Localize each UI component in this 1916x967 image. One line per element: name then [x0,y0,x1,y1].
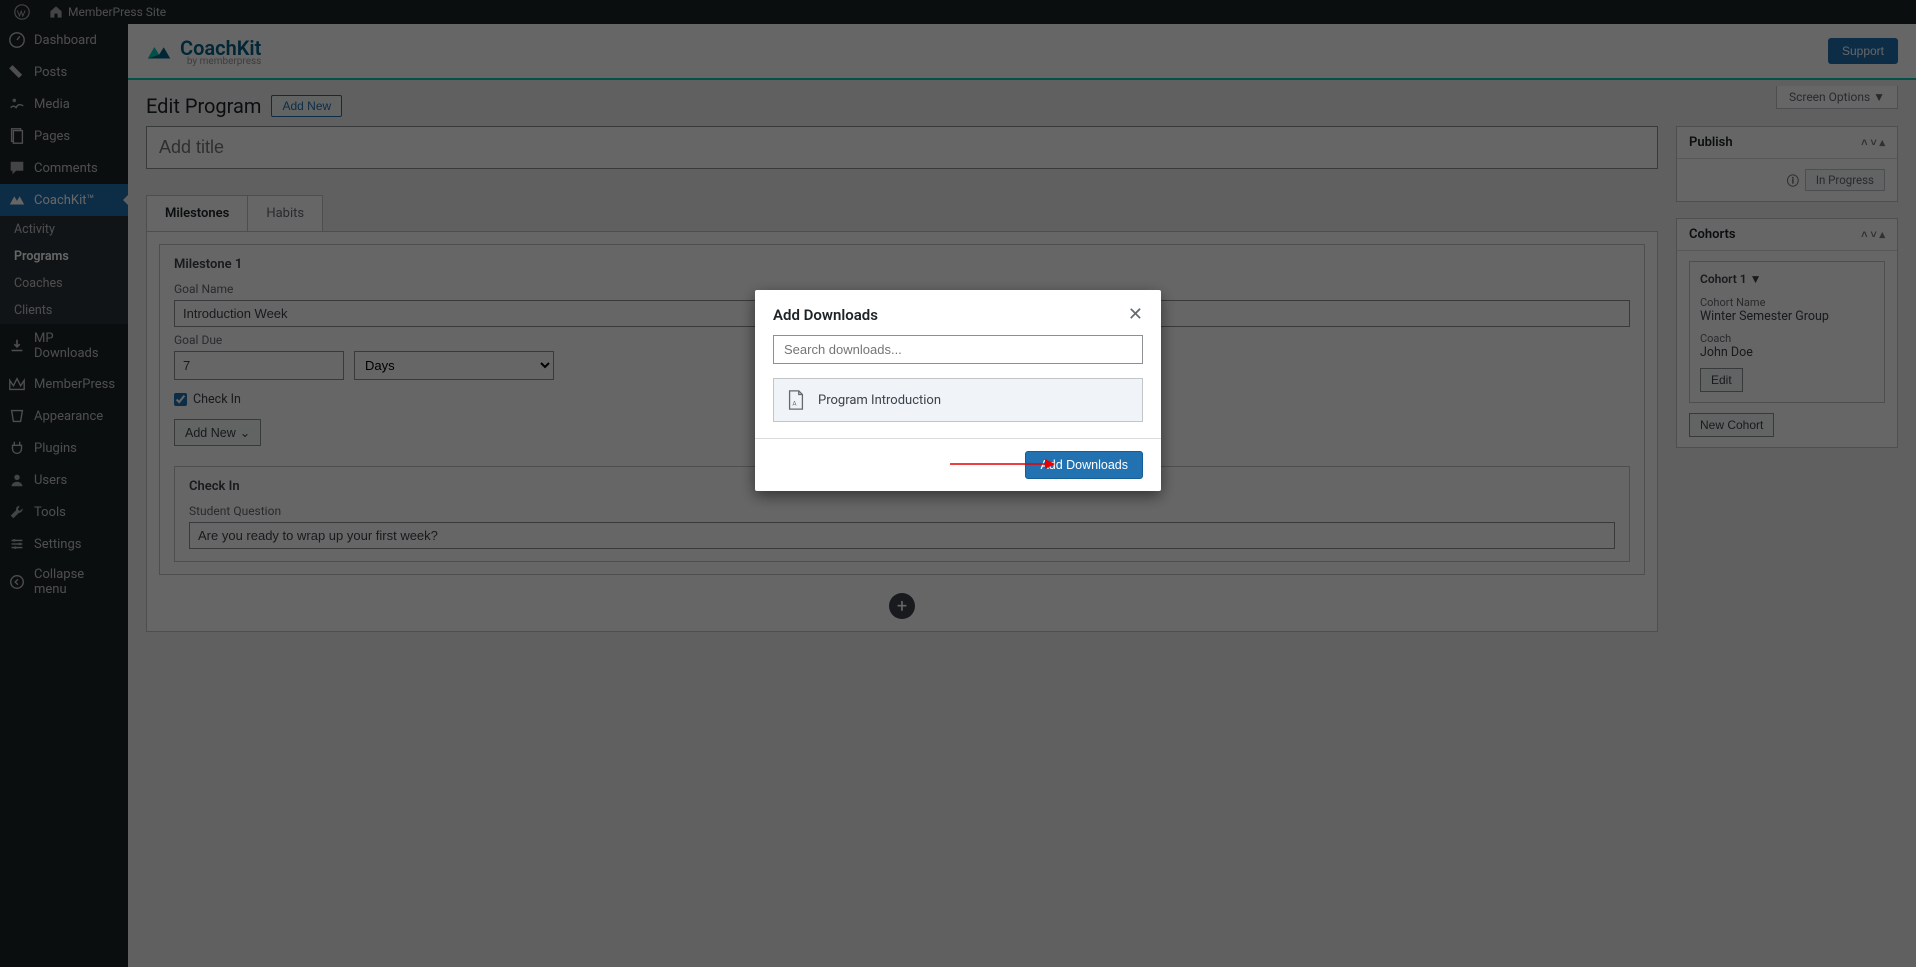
close-icon[interactable]: ✕ [1128,304,1143,325]
modal-title: Add Downloads [773,306,878,324]
svg-text:A: A [792,400,797,408]
modal-overlay[interactable]: Add Downloads ✕ A Program Introduction A… [0,0,1916,967]
add-downloads-modal: Add Downloads ✕ A Program Introduction A… [755,290,1161,491]
file-pdf-icon: A [786,389,806,411]
annotation-arrow [950,457,1055,475]
search-downloads-input[interactable] [773,335,1143,364]
download-item[interactable]: A Program Introduction [773,378,1143,422]
